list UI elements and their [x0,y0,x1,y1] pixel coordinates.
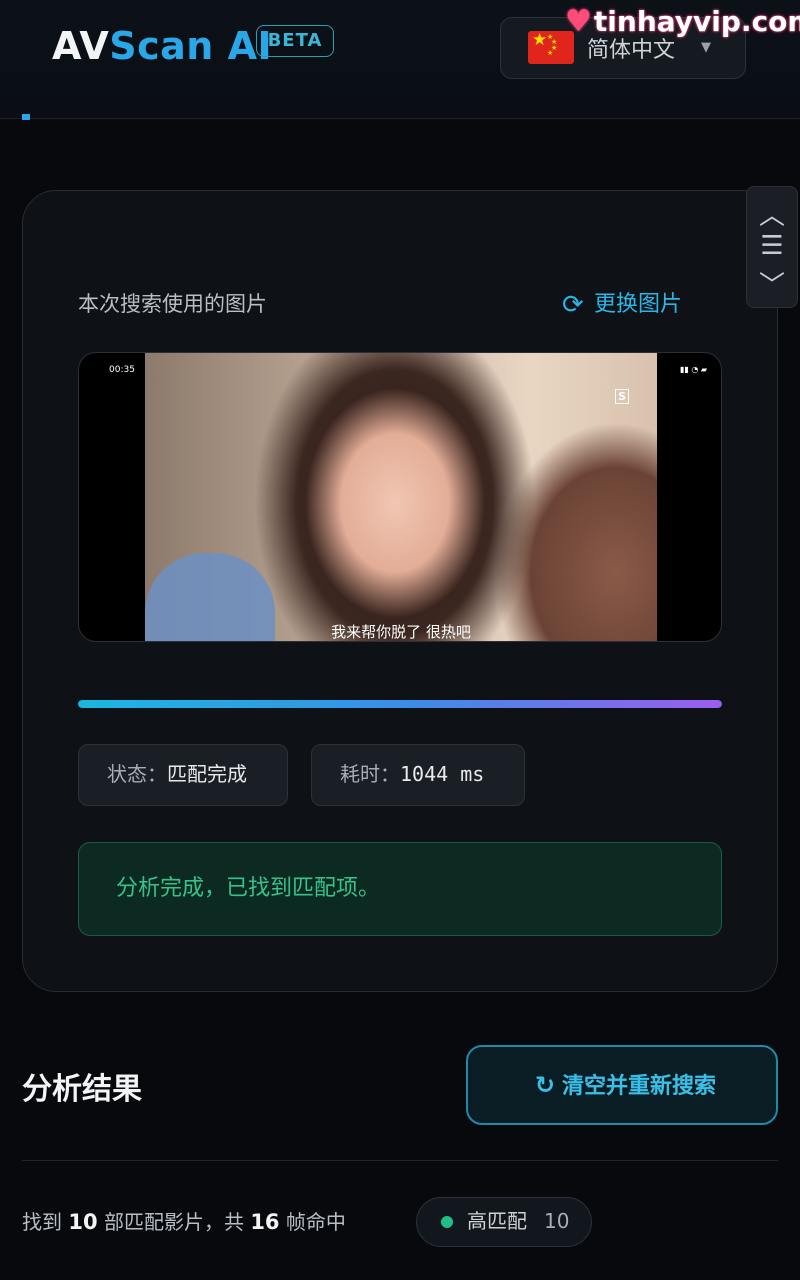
results-summary: 找到 10 部匹配影片，共 16 帧命中 [22,1206,346,1235]
flame-icon: ♥ [565,4,592,39]
image-section-label: 本次搜索使用的图片 [78,292,267,316]
success-message: 分析完成，已找到匹配项。 [78,842,722,936]
status-icons: ▮▮ ◔ ▰ [679,365,707,374]
summary-suffix: 帧命中 [285,1210,346,1234]
beta-badge: BETA [256,25,334,57]
scroll-down-icon[interactable]: ﹀ [747,265,797,302]
change-image-button[interactable]: ⟳ 更换图片 [562,286,682,320]
watermark-logo: ♥tinhayvip.com [565,4,800,44]
reset-search-button[interactable]: ↻ 清空并重新搜索 [466,1045,778,1125]
preview-status-time: 00:35 [109,365,135,375]
change-image-label: 更换图片 [594,292,683,317]
summary-prefix: 找到 [22,1210,62,1234]
progress-bar [78,700,722,708]
progress-fill [78,700,722,708]
reload-icon: ↻ [534,1071,556,1099]
high-match-filter[interactable]: 高匹配 10 [416,1197,592,1247]
header-accent [22,114,30,120]
summary-mid: 部匹配影片，共 [103,1210,244,1234]
scroll-controls: ︿ ☰ ﹀ [746,186,798,308]
preview-subtitle: 我来帮你脱了 很热吧 [331,623,471,641]
preview-photo [145,353,657,641]
frame-count: 16 [250,1210,280,1234]
results-title: 分析结果 [22,1072,142,1107]
logo-text-scan: Scan AI [109,24,273,68]
time-label: 耗时： [340,762,400,786]
logo-text-av: AV [52,24,110,68]
search-image-preview: 00:35 ▮▮ ◔ ▰ S 我来帮你脱了 很热吧 [78,352,722,642]
watermark-text: tinhayvip.com [593,5,800,38]
divider [22,1160,778,1161]
app-header: AVScan AI BETA ★ ★ ★ ★ ★ 简体中文 ▼ ♥tinhayv… [0,0,800,119]
time-pill: 耗时：1044 ms [311,744,525,806]
app-logo[interactable]: AVScan AI [52,24,272,68]
status-label: 状态： [107,762,167,786]
high-match-count: 10 [544,1209,570,1233]
refresh-icon: ⟳ [562,290,584,320]
status-pill: 状态：匹配完成 [78,744,288,806]
time-value: 1044 ms [400,762,485,786]
scroll-menu-icon[interactable]: ☰ [747,231,797,261]
channel-logo-icon: S [615,389,629,404]
found-count: 10 [68,1210,98,1234]
scroll-up-icon[interactable]: ︿ [747,195,797,232]
high-match-label: 高匹配 [467,1209,527,1233]
reset-search-label: 清空并重新搜索 [561,1074,716,1099]
status-dot-icon [441,1216,453,1228]
status-value: 匹配完成 [167,762,247,786]
